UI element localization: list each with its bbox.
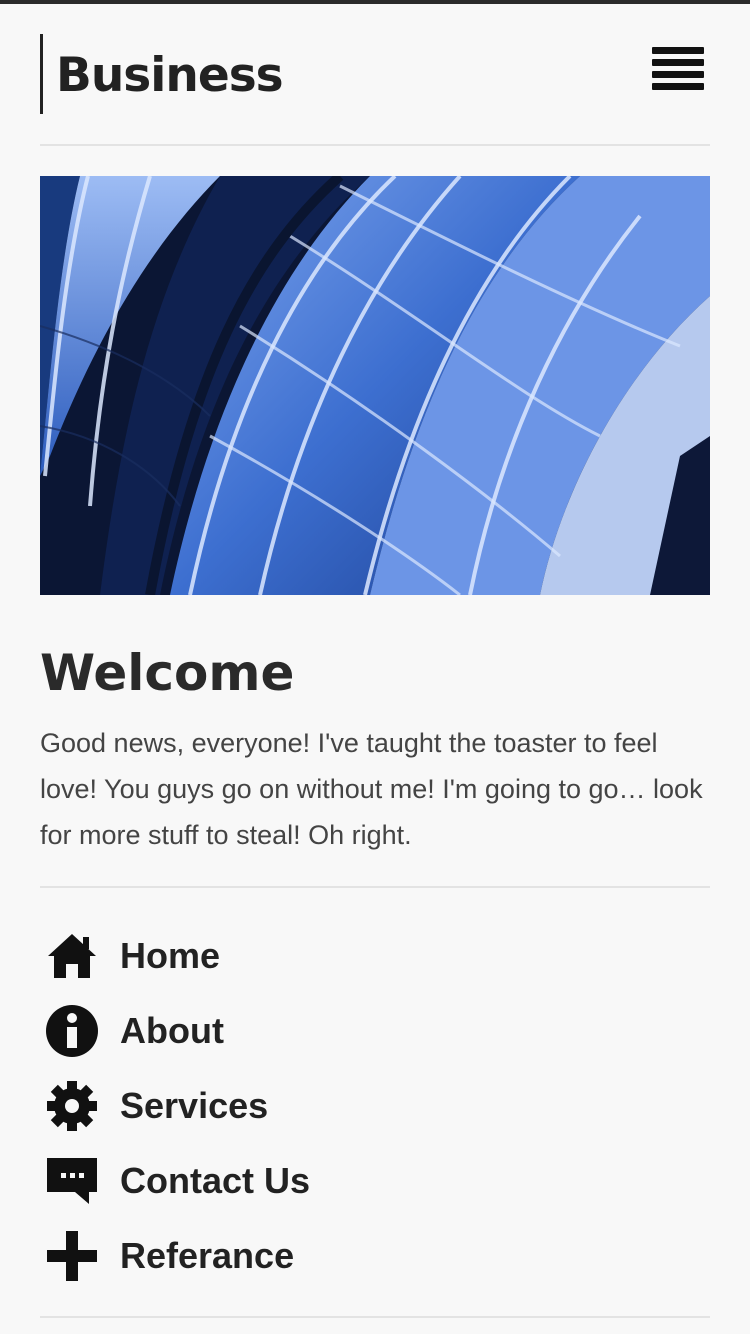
nav-label-services: Services — [120, 1084, 269, 1126]
header-divider — [40, 144, 710, 146]
brand-logo[interactable]: Business — [56, 46, 284, 106]
nav-label-home: Home — [120, 934, 221, 976]
nav-item-contact[interactable]: Contact Us — [40, 1143, 710, 1218]
nav-label-referance: Referance — [120, 1234, 295, 1276]
info-icon — [40, 1001, 104, 1061]
brand-accent-bar — [40, 34, 43, 114]
nav-item-referance[interactable]: Referance — [40, 1218, 710, 1293]
footer-divider — [40, 1316, 710, 1318]
nav-item-services[interactable]: Services — [40, 1068, 710, 1143]
nav-item-home[interactable]: Home — [40, 918, 710, 993]
intro-paragraph: Good news, everyone! I've taught the toa… — [40, 728, 703, 850]
top-rule — [0, 0, 750, 4]
plus-icon — [40, 1226, 104, 1286]
gear-icon — [40, 1076, 104, 1136]
content-divider — [40, 886, 710, 888]
main-nav: Home About Services Contact Us Referance — [40, 918, 710, 1293]
site-header: Business — [40, 34, 710, 114]
hero-image — [40, 176, 710, 595]
chat-icon — [40, 1151, 104, 1211]
home-icon — [40, 926, 104, 986]
nav-item-about[interactable]: About — [40, 993, 710, 1068]
page-title: Welcome — [40, 644, 295, 702]
hamburger-menu-icon[interactable] — [652, 47, 704, 101]
nav-label-about: About — [120, 1009, 224, 1051]
nav-label-contact: Contact Us — [120, 1159, 311, 1201]
